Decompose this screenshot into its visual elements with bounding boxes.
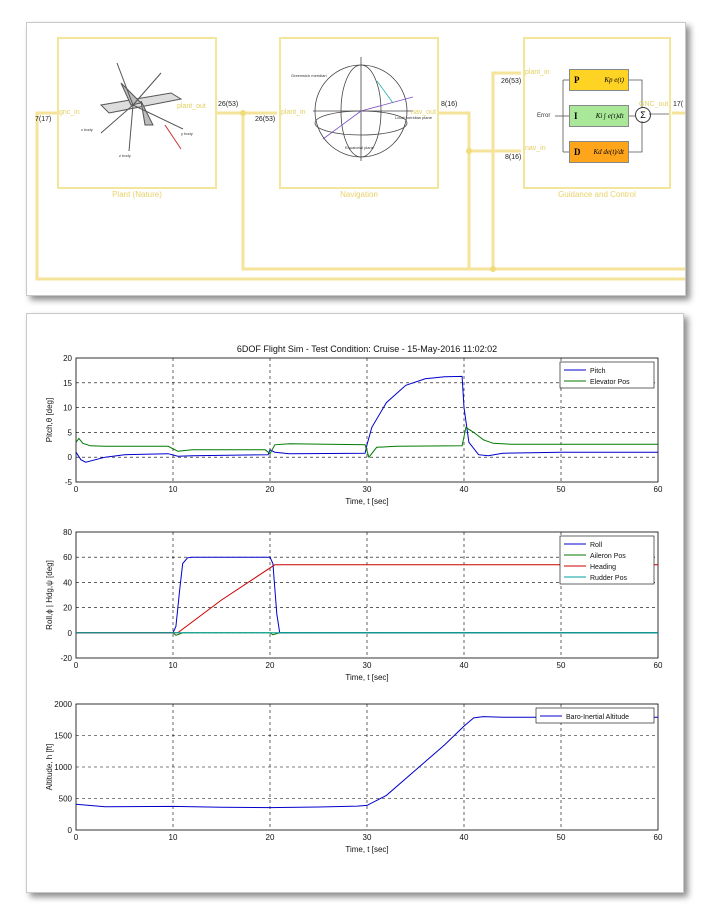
x-tick-label: 60: [654, 661, 663, 670]
pid-wires: [555, 79, 669, 153]
x-tick-label: 10: [169, 833, 178, 842]
x-tick-label: 0: [74, 485, 79, 494]
svg-text:y body: y body: [181, 131, 193, 136]
gnc-block[interactable]: P Kp e(t) I Ki ∫ e(τ)dτ D Kd de(t)/dt Error…: [523, 37, 671, 199]
legend-entry: Baro-Inertial Altitude: [566, 714, 629, 721]
gnc-out-dimension: 17(: [673, 101, 684, 108]
y-tick-label: 1000: [54, 763, 72, 772]
svg-text:x body: x body: [81, 127, 93, 132]
gnc-plant-in-port: plant_in: [525, 69, 550, 76]
x-tick-label: 20: [266, 833, 275, 842]
legend-entry: Heading: [590, 564, 616, 571]
x-tick-label: 30: [363, 833, 372, 842]
x-tick-label: 50: [557, 485, 566, 494]
y-tick-label: 80: [63, 528, 72, 537]
sphere-label-greenwich: Greenwich meridian: [291, 73, 327, 78]
x-tick-label: 40: [460, 661, 469, 670]
plant-out-port: plant_out: [177, 103, 206, 110]
y-axis-label: Roll,ϕ | Hdg,ψ [deg]: [45, 560, 54, 630]
legend-entry: Pitch: [590, 368, 606, 375]
legend-entry: Aileron Pos: [590, 553, 626, 560]
legend-entry: Elevator Pos: [590, 379, 630, 386]
y-tick-label: 10: [63, 404, 72, 413]
plant-block[interactable]: x body z body y body Plant (Nature): [57, 37, 217, 199]
x-tick-label: 60: [654, 833, 663, 842]
y-tick-label: 0: [68, 826, 73, 835]
plots-panel: 6DOF Flight Sim - Test Condition: Cruise…: [26, 313, 684, 893]
x-tick-label: 50: [557, 661, 566, 670]
x-tick-label: 40: [460, 485, 469, 494]
figure-title: 6DOF Flight Sim - Test Condition: Cruise…: [237, 344, 497, 354]
plant-in-port: gnc_in: [59, 109, 80, 116]
y-tick-label: 20: [63, 354, 72, 363]
gnc-nav-in-dimension: 8(16): [505, 154, 522, 161]
y-tick-label: -5: [65, 478, 73, 487]
x-tick-label: 50: [557, 833, 566, 842]
y-axis-label: Altitude, h [ft]: [45, 744, 54, 791]
x-tick-label: 40: [460, 833, 469, 842]
nav-out-dimension: 8(16): [441, 101, 458, 108]
plant-block-title: Plant (Nature): [112, 190, 162, 199]
y-tick-label: 20: [63, 604, 72, 613]
block-diagram-panel: x body z body y body Plant (Nature) gnc_…: [26, 22, 686, 296]
y-tick-label: 60: [63, 553, 72, 562]
y-tick-label: -20: [60, 654, 72, 663]
gnc-nav-in-port: nav_in: [525, 145, 546, 152]
sphere-label-equator: Equatorial plane: [345, 145, 375, 150]
nav-in-dimension: 26(53): [255, 116, 276, 123]
y-tick-label: 500: [59, 795, 73, 804]
y-tick-label: 5: [68, 428, 73, 437]
legend-entry: Rudder Pos: [590, 575, 627, 582]
x-tick-label: 0: [74, 661, 79, 670]
y-tick-label: 0: [68, 453, 73, 462]
x-tick-label: 30: [363, 485, 372, 494]
plant-out-dimension: 26(53): [218, 101, 239, 108]
plots-figure: 6DOF Flight Sim - Test Condition: Cruise…: [45, 344, 663, 854]
svg-text:z body: z body: [119, 153, 131, 158]
navigation-block-title: Navigation: [340, 190, 378, 199]
x-axis-label: Time, t [sec]: [345, 497, 388, 506]
plant-in-dimension: 7(17): [35, 116, 52, 123]
x-axis-label: Time, t [sec]: [345, 673, 388, 682]
x-tick-label: 60: [654, 485, 663, 494]
nav-in-port: plant_in: [281, 109, 306, 116]
nav-out-port: nav_out: [411, 109, 436, 116]
earth-sphere-illustration: Greenwich meridian Local meridian plane …: [291, 57, 433, 161]
y-tick-label: 2000: [54, 700, 72, 709]
gnc-plant-in-dimension: 26(53): [501, 78, 522, 85]
y-axis-label: Pitch,θ [deg]: [45, 398, 54, 442]
gnc-block-title: Guidance and Control: [558, 190, 636, 199]
x-tick-label: 10: [169, 485, 178, 494]
gnc-out-port: GNC_out: [639, 101, 669, 108]
x-tick-label: 30: [363, 661, 372, 670]
y-tick-label: 0: [68, 629, 73, 638]
x-tick-label: 10: [169, 661, 178, 670]
x-tick-label: 20: [266, 661, 275, 670]
legend-entry: Roll: [590, 542, 603, 549]
y-tick-label: 40: [63, 578, 72, 587]
x-tick-label: 0: [74, 833, 79, 842]
y-tick-label: 15: [63, 379, 72, 388]
x-tick-label: 20: [266, 485, 275, 494]
x-axis-label: Time, t [sec]: [345, 845, 388, 854]
y-tick-label: 1500: [54, 732, 72, 741]
